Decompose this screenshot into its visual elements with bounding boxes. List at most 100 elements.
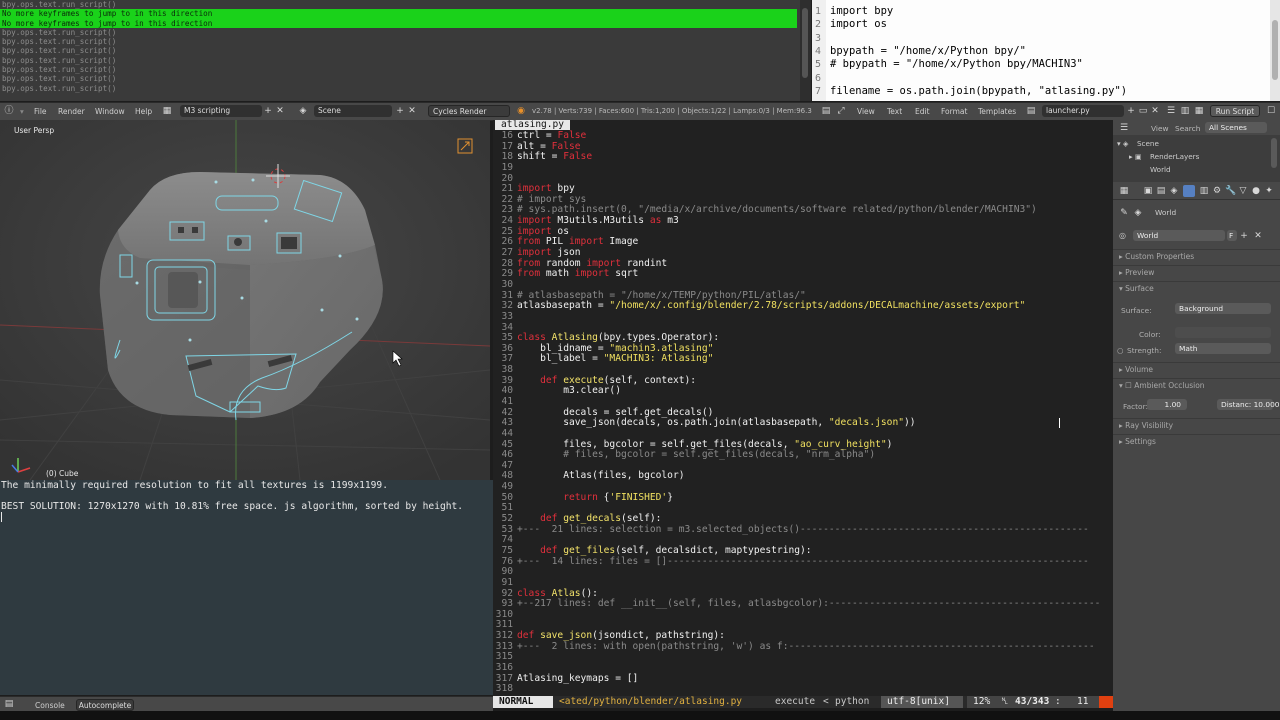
info-log-line: bpy.ops.text.run_script()	[2, 37, 117, 47]
code-token: from	[517, 257, 541, 269]
outliner-view-menu[interactable]: View	[1151, 124, 1169, 133]
modifiers-tab-icon[interactable]: 🔧	[1225, 186, 1236, 196]
volume-panel[interactable]: ▸ Volume	[1113, 362, 1280, 376]
remove-screen-icon[interactable]: ✕	[275, 106, 285, 116]
info-log-scrollbar[interactable]	[800, 0, 811, 101]
menu-view[interactable]: View	[857, 105, 875, 118]
custom-properties-panel[interactable]: ▸ Custom Properties	[1113, 249, 1280, 263]
3d-viewport[interactable]: User Persp (0) Cube	[0, 120, 490, 480]
outliner-scrollbar[interactable]	[1271, 138, 1277, 168]
menu-templates[interactable]: Templates	[978, 105, 1016, 118]
scene-icon[interactable]: ◈	[298, 106, 308, 116]
python-console[interactable]: The minimally required resolution to fit…	[0, 480, 493, 695]
code-token: +--217 lines: def __init__(self, files, …	[517, 598, 1101, 610]
add-scene-icon[interactable]: +	[395, 106, 405, 116]
code-token: get_decals	[563, 513, 621, 525]
code-token: False	[557, 130, 587, 141]
line-numbers-toggle-icon[interactable]: ☰	[1166, 106, 1176, 116]
render-tab-icon[interactable]: ▣	[1143, 186, 1153, 196]
editor-row: 43 save_json(decals, os.path.join(atlasb…	[493, 417, 1113, 429]
console-line: The minimally required resolution to fit…	[1, 480, 388, 491]
menu-help[interactable]: Help	[135, 105, 152, 118]
render-engine-select[interactable]: Cycles Render	[428, 105, 510, 117]
physics-tab-icon[interactable]: ✦	[1264, 186, 1274, 196]
world-tab-icon[interactable]	[1183, 185, 1195, 197]
syntax-highlight-toggle-icon[interactable]: ▦	[1194, 106, 1204, 116]
preview-panel[interactable]: ▸ Preview	[1113, 265, 1280, 279]
outliner-world[interactable]: World	[1150, 165, 1171, 174]
outliner[interactable]: ☰ View Search All Scenes ▾ ◈ Scene ▸ ▣ R…	[1113, 120, 1280, 182]
register-checkbox-icon[interactable]: ☐	[1266, 106, 1276, 116]
code-token: sqrt	[609, 268, 639, 280]
new-world-icon[interactable]: +	[1239, 231, 1249, 241]
surface-select[interactable]: Background	[1175, 303, 1271, 314]
world-datablock-field[interactable]: World	[1133, 230, 1225, 241]
outliner-scene[interactable]: Scene	[1137, 139, 1159, 148]
autocomplete-button[interactable]: Autocomplete	[76, 699, 134, 711]
outliner-scope-select[interactable]: All Scenes	[1205, 122, 1267, 133]
ambient-occlusion-panel[interactable]: ▾ ☐ Ambient Occlusion	[1113, 378, 1280, 392]
scene-tab-icon[interactable]: ◈	[1169, 186, 1179, 196]
ray-visibility-panel[interactable]: ▸ Ray Visibility	[1113, 418, 1280, 432]
strength-select[interactable]: Math	[1175, 343, 1271, 354]
console-editor-icon[interactable]: ▤	[4, 699, 14, 709]
distance-field[interactable]: Distanc: 10.000	[1217, 399, 1279, 410]
remove-scene-icon[interactable]: ✕	[407, 106, 417, 116]
launcher-text-editor[interactable]: 1 import bpy 2 import os 3 4 bpypath = "/home/…	[812, 0, 1280, 101]
outliner-icon[interactable]: ☰	[1119, 123, 1129, 133]
object-tab-icon[interactable]: ▥	[1199, 186, 1209, 196]
info-editor-icon[interactable]: ⓘ	[4, 106, 14, 116]
vim-editor[interactable]: atlasing.py 16 ctrl = False 17 alt = False 1…	[493, 120, 1113, 696]
editor-tab[interactable]: atlasing.py	[495, 120, 570, 130]
code-token: alt =	[517, 140, 552, 152]
run-script-button[interactable]: Run Script	[1210, 105, 1260, 117]
code-token: json	[551, 247, 581, 259]
scene-field[interactable]: Scene	[314, 105, 392, 117]
code-token: randint	[620, 257, 668, 269]
launcher-scrollbar[interactable]	[1270, 0, 1280, 101]
settings-panel[interactable]: ▸ Settings	[1113, 434, 1280, 448]
menu-format[interactable]: Format	[941, 105, 967, 118]
color-label: Color:	[1139, 330, 1161, 339]
menu-window[interactable]: Window	[95, 105, 125, 118]
new-text-icon[interactable]: +	[1126, 106, 1136, 116]
color-field[interactable]	[1175, 327, 1271, 338]
close-text-icon[interactable]: ✕	[1150, 106, 1160, 116]
menu-render[interactable]: Render	[58, 105, 85, 118]
screen-layout-field[interactable]: M3 scripting	[180, 105, 262, 117]
code-token: # import sys	[517, 193, 587, 205]
open-text-icon[interactable]: ▭	[1138, 106, 1148, 116]
screen-layout-icon[interactable]: ▦	[162, 106, 172, 116]
add-screen-icon[interactable]: +	[263, 106, 273, 116]
surface-label: Surface:	[1121, 306, 1152, 315]
menu-edit[interactable]: Edit	[915, 105, 930, 118]
constraints-tab-icon[interactable]: ⚙	[1212, 186, 1222, 196]
blender-header: ⓘ ▾ File Render Window Help ▦ M3 scripti…	[0, 102, 1280, 121]
text-datablock-icon[interactable]: ▤	[1026, 106, 1036, 116]
editor-row: 18 shift = False	[493, 151, 1113, 163]
properties-icon[interactable]: ▦	[1119, 186, 1129, 196]
unlink-world-icon[interactable]: ✕	[1253, 231, 1263, 241]
fullscreen-icon[interactable]: ⤢	[836, 106, 846, 116]
code-token: os	[551, 225, 569, 237]
layers-tab-icon[interactable]: ▤	[1156, 186, 1166, 196]
factor-field[interactable]: 1.00	[1147, 399, 1187, 410]
menu-file[interactable]: File	[34, 105, 47, 118]
scene-toggle-icon[interactable]: ▾ ◈	[1117, 139, 1128, 148]
properties-editor[interactable]: ▦ ▣ ▤ ◈ ▥ ⚙ 🔧 ▽ ● ✦ ✎ ◈ World ◎ World F …	[1113, 182, 1280, 720]
data-tab-icon[interactable]: ▽	[1238, 186, 1248, 196]
outliner-search-menu[interactable]: Search	[1175, 124, 1200, 133]
pin-icon[interactable]: ✎	[1119, 208, 1129, 218]
material-tab-icon[interactable]: ●	[1251, 186, 1261, 196]
text-editor-icon[interactable]: ▤	[821, 106, 831, 116]
outliner-renderlayers[interactable]: RenderLayers	[1150, 152, 1199, 161]
fake-user-button[interactable]: F	[1227, 230, 1237, 241]
percent: 12%	[967, 696, 1001, 708]
menu-text[interactable]: Text	[887, 105, 902, 118]
text-datablock-field[interactable]: launcher.py	[1042, 105, 1124, 117]
surface-panel[interactable]: ▾ Surface	[1113, 281, 1280, 295]
info-log-line: bpy.ops.text.run_script()	[2, 65, 117, 75]
word-wrap-toggle-icon[interactable]: ▥	[1180, 106, 1190, 116]
code-token: import	[517, 183, 552, 195]
